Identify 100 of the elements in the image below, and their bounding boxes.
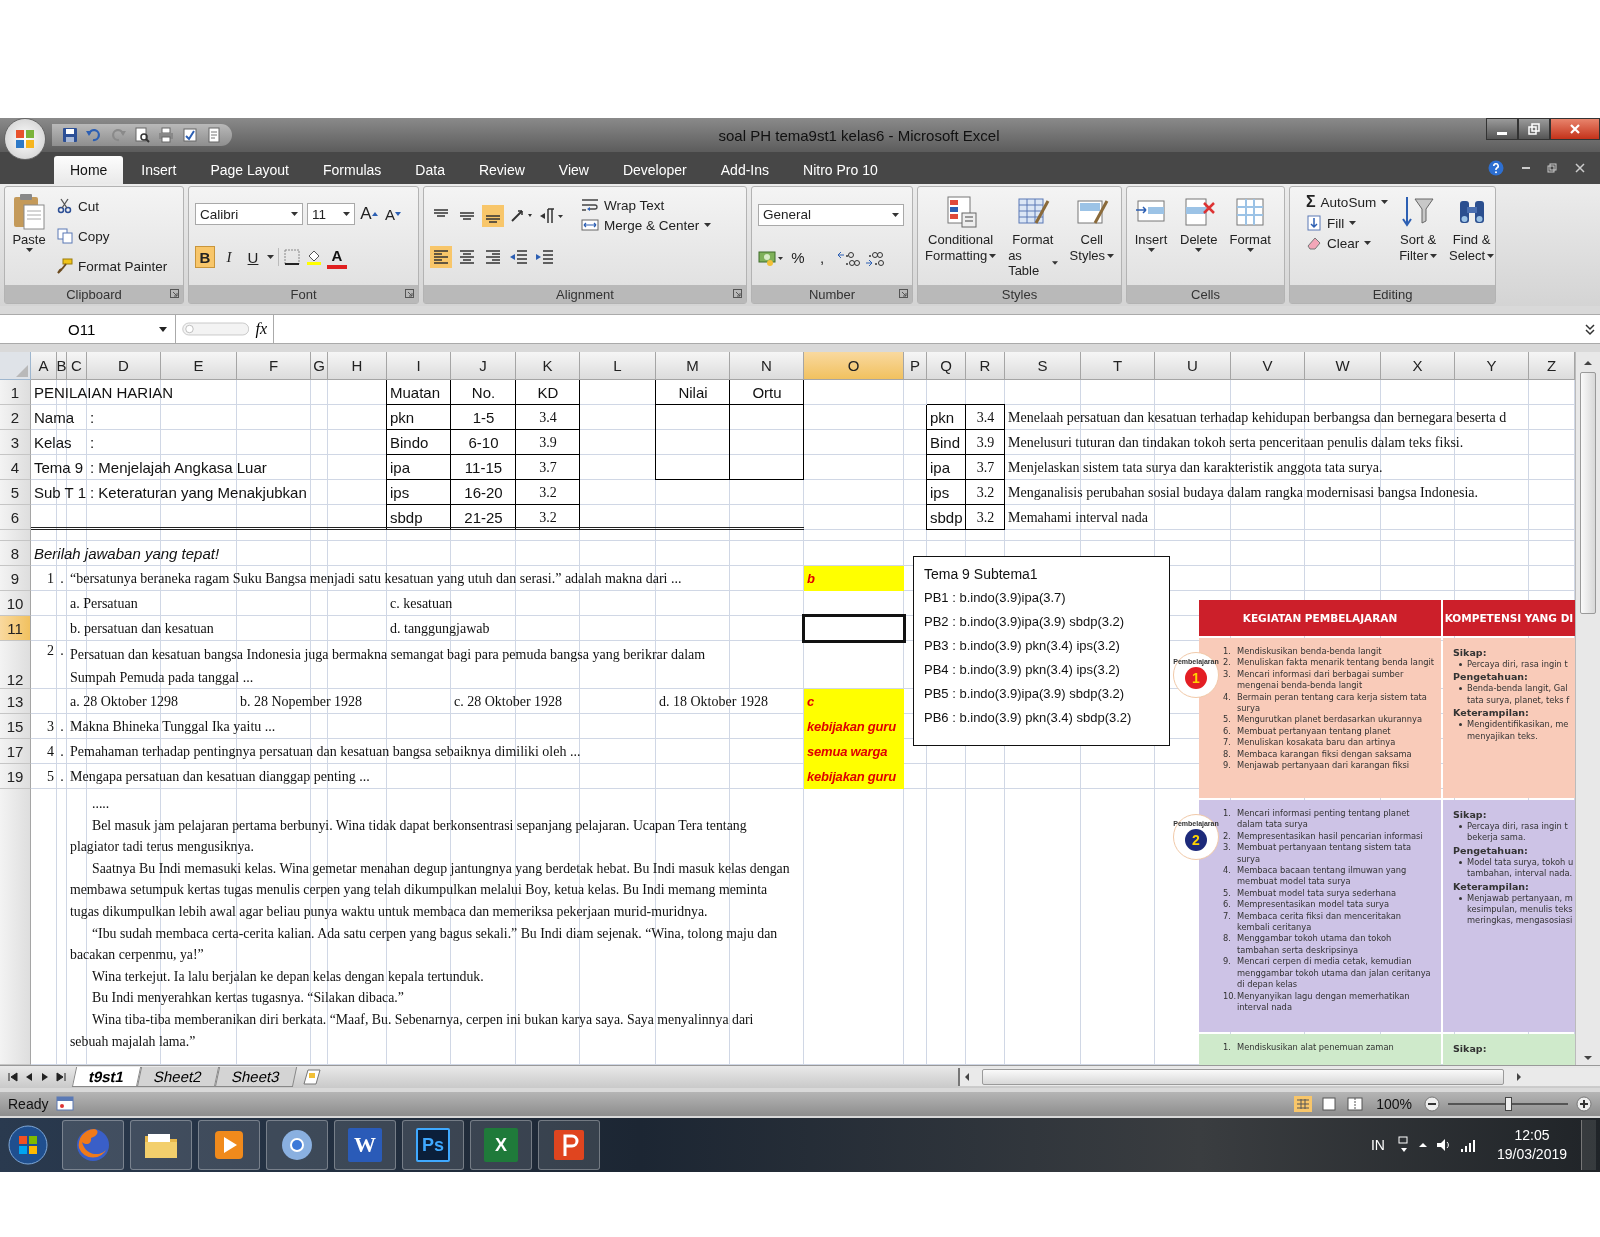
row-header[interactable]: 3 xyxy=(0,430,31,455)
row-header[interactable]: 17 xyxy=(0,739,31,764)
restore-icon[interactable] xyxy=(1546,162,1558,174)
column-header[interactable]: T xyxy=(1081,352,1155,380)
shrink-font-button[interactable]: A xyxy=(383,203,403,225)
sheet-tab[interactable]: t9st1 xyxy=(71,1067,142,1087)
cut-button[interactable]: Cut xyxy=(54,196,171,216)
zoom-slider[interactable] xyxy=(1448,1097,1568,1111)
cell-selection[interactable] xyxy=(802,614,906,643)
column-header[interactable]: Y xyxy=(1455,352,1529,380)
ribbon-tab[interactable]: Add-Ins xyxy=(704,156,785,184)
column-header[interactable]: G xyxy=(311,352,328,380)
vertical-scrollbar[interactable] xyxy=(1575,352,1600,1065)
undo-icon[interactable] xyxy=(86,127,102,143)
italic-button[interactable]: I xyxy=(219,246,239,268)
comma-style-button[interactable]: , xyxy=(812,246,832,269)
row-header[interactable]: 9 xyxy=(0,566,31,591)
page-layout-view-icon[interactable] xyxy=(1320,1096,1339,1112)
print-preview-icon[interactable] xyxy=(134,127,150,143)
clear-button[interactable]: Clear xyxy=(1303,233,1375,253)
row-header[interactable]: 13 xyxy=(0,689,31,714)
first-sheet-icon[interactable] xyxy=(6,1070,20,1084)
taskbar-button[interactable] xyxy=(198,1120,260,1170)
row-header[interactable]: 19 xyxy=(0,764,31,789)
scrollbar-thumb[interactable] xyxy=(1580,372,1596,614)
office-button[interactable] xyxy=(4,118,46,160)
row-header[interactable]: 1 xyxy=(0,380,31,405)
ribbon-tab[interactable]: Review xyxy=(462,156,541,184)
styles-button[interactable]: Format as Table xyxy=(1004,191,1062,281)
dialog-launcher-icon[interactable] xyxy=(405,289,414,298)
find-select-button[interactable]: Find & Select xyxy=(1445,191,1499,281)
horizontal-scrollbar[interactable] xyxy=(958,1068,1600,1086)
name-box[interactable]: O11 xyxy=(0,315,176,343)
column-header[interactable]: J xyxy=(451,352,516,380)
row-header[interactable]: 11 xyxy=(0,616,31,641)
document-icon[interactable] xyxy=(206,127,222,143)
column-header[interactable]: R xyxy=(966,352,1005,380)
language-indicator[interactable]: IN xyxy=(1370,1137,1385,1153)
row-header[interactable]: 8 xyxy=(0,541,31,566)
cells-button[interactable]: Insert xyxy=(1130,191,1172,281)
zoom-in-icon[interactable] xyxy=(1576,1096,1592,1112)
column-header[interactable]: D xyxy=(87,352,161,380)
column-header[interactable]: P xyxy=(904,352,927,380)
help-icon[interactable] xyxy=(1488,160,1504,176)
grow-font-button[interactable]: A xyxy=(359,203,379,225)
taskbar-button[interactable] xyxy=(266,1120,328,1170)
number-format-dropdown[interactable]: General xyxy=(758,203,904,226)
row-header[interactable]: 2 xyxy=(0,405,31,430)
taskbar-button[interactable] xyxy=(538,1120,600,1170)
ribbon-tab[interactable]: Formulas xyxy=(307,156,398,184)
dialog-launcher-icon[interactable] xyxy=(899,289,908,298)
styles-button[interactable]: Cell Styles xyxy=(1065,191,1118,281)
font-color-button[interactable]: A xyxy=(327,245,347,269)
format-painter-button[interactable]: Format Painter xyxy=(54,256,171,276)
taskbar-button[interactable]: W xyxy=(334,1120,396,1170)
column-header[interactable]: A xyxy=(31,352,57,380)
spell-check-icon[interactable] xyxy=(182,127,198,143)
taskbar-button[interactable]: X xyxy=(470,1120,532,1170)
insert-function-button[interactable]: fx xyxy=(255,320,267,338)
column-header[interactable]: K xyxy=(516,352,580,380)
clock[interactable]: 12:05 19/03/2019 xyxy=(1496,1126,1567,1164)
sort-filter-button[interactable]: Sort & Filter xyxy=(1395,191,1442,281)
zoom-slider-thumb[interactable] xyxy=(1505,1097,1512,1111)
column-header[interactable]: M xyxy=(656,352,730,380)
styles-button[interactable]: Conditional Formatting xyxy=(921,191,1001,281)
column-header[interactable]: S xyxy=(1005,352,1081,380)
zoom-out-icon[interactable] xyxy=(1424,1096,1440,1112)
taskbar-button[interactable]: Ps xyxy=(402,1120,464,1170)
ribbon-tab[interactable]: Data xyxy=(399,156,461,184)
zoom-level[interactable]: 100% xyxy=(1376,1096,1412,1112)
merge-center-button[interactable]: Merge & Center xyxy=(578,215,715,235)
cells-button[interactable]: Delete xyxy=(1176,191,1222,281)
sheet-tab[interactable]: Sheet3 xyxy=(214,1067,297,1087)
insert-sheet-icon[interactable] xyxy=(300,1069,323,1085)
macro-recording-icon[interactable] xyxy=(56,1096,75,1112)
row-header[interactable]: 15 xyxy=(0,714,31,739)
column-header[interactable]: E xyxy=(161,352,237,380)
restore-button[interactable] xyxy=(1518,118,1550,140)
fill-button[interactable]: Fill xyxy=(1303,213,1360,233)
ribbon-tab[interactable]: Home xyxy=(54,156,124,184)
row-header[interactable]: 6 xyxy=(0,505,31,530)
horizontal-align-icon[interactable] xyxy=(430,245,452,268)
column-header[interactable]: Q xyxy=(927,352,966,380)
column-header[interactable]: L xyxy=(580,352,656,380)
print-icon[interactable] xyxy=(158,127,174,143)
copy-button[interactable]: Copy xyxy=(54,226,171,246)
ribbon-tab[interactable]: View xyxy=(542,156,605,184)
caret-icon[interactable] xyxy=(267,255,274,259)
column-header[interactable]: H xyxy=(328,352,387,380)
close-button[interactable] xyxy=(1550,118,1600,140)
row-header[interactable]: 5 xyxy=(0,480,31,505)
column-header[interactable]: F xyxy=(237,352,311,380)
last-sheet-icon[interactable] xyxy=(54,1070,68,1084)
sheet-tab[interactable]: Sheet2 xyxy=(136,1067,219,1087)
dialog-launcher-icon[interactable] xyxy=(170,289,179,298)
font-size-dropdown[interactable]: 11 xyxy=(307,203,355,225)
column-header[interactable]: X xyxy=(1381,352,1455,380)
show-desktop-button[interactable] xyxy=(1581,1120,1596,1170)
autosum-button[interactable]: Σ AutoSum xyxy=(1303,191,1392,213)
column-header[interactable]: V xyxy=(1231,352,1305,380)
